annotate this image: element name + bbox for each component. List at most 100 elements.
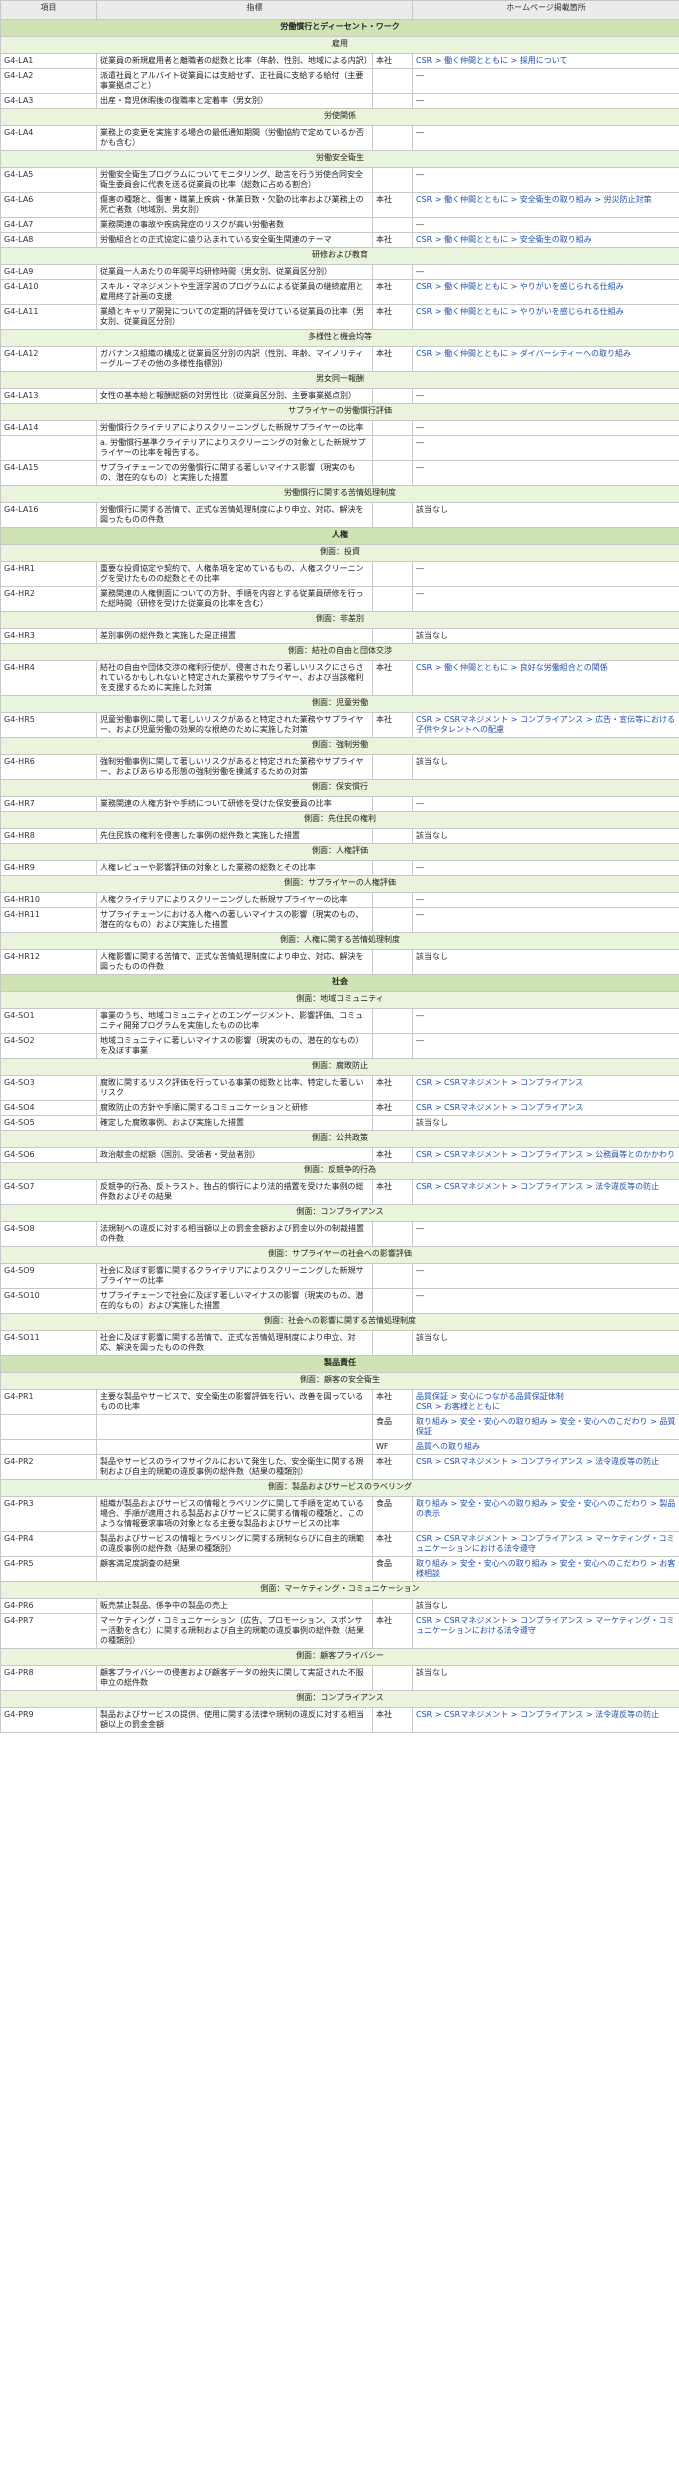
aspect-title: 側面：製品およびサービスのラベリング — [0, 1479, 679, 1497]
homepage-link[interactable]: CSR > 働く仲間とともに > 良好な労働組合との関係 — [412, 660, 679, 696]
indicator-description: 腐敗防止の方針や手順に関するコミュニケーションと研修 — [96, 1100, 373, 1116]
homepage-link[interactable]: 取り組み > 安全・安心への取り組み > 安全・安心へのこだわり > お客様相談 — [412, 1556, 679, 1582]
homepage-value: ― — [412, 68, 679, 94]
homepage-link[interactable]: 取り組み > 安全・安心への取り組み > 安全・安心へのこだわり > 製品の表示 — [412, 1496, 679, 1532]
indicator-description: 労働慣行クライテリアによりスクリーニングした新規サプライヤーの比率 — [96, 420, 373, 436]
indicator-code — [0, 1414, 97, 1440]
aspect-title: 側面：保安慣行 — [0, 779, 679, 797]
table-row: G4-LA7 業務関連の事故や疾病発症のリスクが高い労働者数 ― — [0, 217, 679, 233]
aspect-title: 側面：非差別 — [0, 611, 679, 629]
homepage-link[interactable]: CSR > 働く仲間とともに > 採用について — [412, 53, 679, 69]
homepage-link[interactable]: CSR > CSRマネジメント > コンプライアンス > 公務員等とのかかわり — [412, 1147, 679, 1163]
aspect-header-row: 側面：コンプライアンス — [0, 1690, 679, 1708]
aspect-title: 側面：コンプライアンス — [0, 1204, 679, 1222]
aspect-title: 側面：投資 — [0, 544, 679, 562]
table-row: G4-LA14 労働慣行クライテリアによりスクリーニングした新規サプライヤーの比率… — [0, 420, 679, 436]
homepage-link[interactable]: CSR > CSRマネジメント > コンプライアンス > マーケティング・コミュ… — [412, 1613, 679, 1649]
scope-label — [372, 1221, 413, 1247]
indicator-description: 主要な製品やサービスで、安全衛生の影響評価を行い、改善を図っているものの比率 — [96, 1389, 373, 1415]
scope-label — [372, 1033, 413, 1059]
indicator-description: 業務上の変更を実施する場合の最低通知期間（労働協約で定めているか否かも含む） — [96, 125, 373, 151]
aspect-title: 側面：児童労働 — [0, 695, 679, 713]
scope-label: 本社 — [372, 192, 413, 218]
homepage-link[interactable]: 取り組み > 安全・安心への取り組み > 安全・安心へのこだわり > 品質保証 — [412, 1414, 679, 1440]
indicator-code: G4-HR1 — [0, 561, 97, 587]
homepage-value: ― — [412, 420, 679, 436]
indicator-code: G4-HR9 — [0, 860, 97, 876]
homepage-link[interactable]: 品質保証 > 安心につながる品質保証体制 CSR > お客様とともに — [412, 1389, 679, 1415]
aspect-title: 側面：人権に関する苦情処理制度 — [0, 932, 679, 950]
homepage-value: ― — [412, 1033, 679, 1059]
indicator-description: 地域コミュニティに著しいマイナスの影響（現実のもの、潜在的なもの）を及ぼす事業 — [96, 1033, 373, 1059]
homepage-link[interactable]: CSR > CSRマネジメント > コンプライアンス > 法令違反等の防止 — [412, 1707, 679, 1733]
table-row: G4-HR10 人権クライテリアによりスクリーニングした新規サプライヤーの比率 ― — [0, 892, 679, 908]
scope-label — [372, 460, 413, 486]
homepage-link[interactable]: CSR > CSRマネジメント > コンプライアンス > 法令違反等の防止 — [412, 1454, 679, 1480]
homepage-link[interactable]: CSR > 働く仲間とともに > やりがいを感じられる仕組み — [412, 279, 679, 305]
aspect-header-row: 側面：反競争的行為 — [0, 1162, 679, 1180]
scope-label — [372, 125, 413, 151]
aspect-header-row: 側面：顧客の安全衛生 — [0, 1372, 679, 1390]
indicator-description — [96, 1439, 373, 1455]
indicator-description: 従業員一人あたりの年間平均研修時間（男女別、従業員区分別） — [96, 264, 373, 280]
homepage-link[interactable]: CSR > 働く仲間とともに > 安全衛生の取り組み — [412, 232, 679, 248]
header-item: 項目 — [0, 0, 97, 20]
scope-label — [372, 435, 413, 461]
indicator-code: G4-PR5 — [0, 1556, 97, 1582]
aspect-title: 側面：サプライヤーの人権評価 — [0, 875, 679, 893]
table-body: 労働慣行とディーセント・ワーク 雇用 G4-LA1 従業員の新規雇用者と離職者の総数と… — [0, 19, 679, 1733]
indicator-code: G4-SO11 — [0, 1330, 97, 1356]
table-row: G4-SO1 事業のうち、地域コミュニティとのエンゲージメント、影響評価、コミュニ… — [0, 1008, 679, 1034]
indicator-description: サプライチェーンでの労働慣行に関する著しいマイナス影響（現実のもの、潜在的なもの… — [96, 460, 373, 486]
indicator-description: 政治献金の総額（国別、受領者・受益者別） — [96, 1147, 373, 1163]
scope-label — [372, 1008, 413, 1034]
scope-label: 本社 — [372, 712, 413, 738]
table-row: G4-PR8 顧客プライバシーの侵害および顧客データの紛失に関して実証された不服申… — [0, 1665, 679, 1691]
aspect-header-row: 側面：マーケティング・コミュニケーション — [0, 1581, 679, 1599]
table-row: G4-LA3 出産・育児休暇後の復職率と定着率（男女別） ― — [0, 93, 679, 109]
table-row: G4-SO3 腐敗に関するリスク評価を行っている事業の総数と比率、特定した著しいリ… — [0, 1075, 679, 1101]
homepage-link[interactable]: CSR > CSRマネジメント > コンプライアンス > マーケティング・コミュ… — [412, 1531, 679, 1557]
aspect-header-row: 側面：公共政策 — [0, 1130, 679, 1148]
indicator-description: 製品およびサービスの提供、使用に関する法律や規制の違反に対する相当額以上の罰金金… — [96, 1707, 373, 1733]
table-row: G4-LA15 サプライチェーンでの労働慣行に関する著しいマイナス影響（現実のもの… — [0, 460, 679, 486]
indicator-description: 労働安全衛生プログラムについてモニタリング、助言を行う労使合同安全衛生委員会に代… — [96, 167, 373, 193]
aspect-header-row: 側面：コンプライアンス — [0, 1204, 679, 1222]
scope-label — [372, 628, 413, 644]
table-row: G4-PR1 主要な製品やサービスで、安全衛生の影響評価を行い、改善を図っているも… — [0, 1389, 679, 1415]
table-row: G4-LA11 業績とキャリア開発についての定期的評価を受けている従業員の比率（男… — [0, 304, 679, 330]
table-row: G4-HR2 業務関連の人権側面についての方針、手順を内容とする従業員研修を行った… — [0, 586, 679, 612]
homepage-link[interactable]: CSR > CSRマネジメント > コンプライアンス > 広告・宣伝等における子… — [412, 712, 679, 738]
scope-label — [372, 1598, 413, 1614]
aspect-header-row: 労働安全衛生 — [0, 150, 679, 168]
homepage-link[interactable]: CSR > 働く仲間とともに > 安全衛生の取り組み > 労災防止対策 — [412, 192, 679, 218]
scope-label: 食品 — [372, 1556, 413, 1582]
aspect-title: 側面：公共政策 — [0, 1130, 679, 1148]
indicator-code: G4-SO10 — [0, 1288, 97, 1314]
table-row: WF 品質への取り組み — [0, 1439, 679, 1455]
aspect-header-row: 側面：腐敗防止 — [0, 1058, 679, 1076]
homepage-link[interactable]: 品質への取り組み — [412, 1439, 679, 1455]
homepage-link[interactable]: CSR > CSRマネジメント > コンプライアンス > 法令違反等の防止 — [412, 1179, 679, 1205]
indicator-description: 社会に及ぼす影響に関する苦情で、正式な苦情処理制度により申立、対応、解決を図った… — [96, 1330, 373, 1356]
homepage-link[interactable]: CSR > 働く仲間とともに > やりがいを感じられる仕組み — [412, 304, 679, 330]
indicator-description: 顧客プライバシーの侵害および顧客データの紛失に関して実証された不服申立の総件数 — [96, 1665, 373, 1691]
table-row: G4-LA1 従業員の新規雇用者と離職者の総数と比率（年齢、性別、地域による内訳）… — [0, 53, 679, 69]
scope-label — [372, 1665, 413, 1691]
homepage-value: ― — [412, 1263, 679, 1289]
indicator-code: G4-HR2 — [0, 586, 97, 612]
homepage-value: 該当なし — [412, 1598, 679, 1614]
scope-label — [372, 586, 413, 612]
homepage-value: 該当なし — [412, 1665, 679, 1691]
indicator-description: 製品およびサービスの情報とラベリングに関する規制ならびに自主的規範の違反事例の総… — [96, 1531, 373, 1557]
homepage-link[interactable]: CSR > 働く仲間とともに > ダイバーシティーへの取り組み — [412, 346, 679, 372]
homepage-value: 該当なし — [412, 828, 679, 844]
scope-label: 本社 — [372, 660, 413, 696]
homepage-link[interactable]: CSR > CSRマネジメント > コンプライアンス — [412, 1075, 679, 1101]
indicator-code: G4-LA4 — [0, 125, 97, 151]
indicator-description: 組織が製品およびサービスの情報とラベリングに関して手順を定めている場合、手順が適… — [96, 1496, 373, 1532]
indicator-code: G4-LA10 — [0, 279, 97, 305]
scope-label: 食品 — [372, 1496, 413, 1532]
homepage-link[interactable]: CSR > CSRマネジメント > コンプライアンス — [412, 1100, 679, 1116]
table-row: G4-LA5 労働安全衛生プログラムについてモニタリング、助言を行う労使合同安全衛… — [0, 167, 679, 193]
